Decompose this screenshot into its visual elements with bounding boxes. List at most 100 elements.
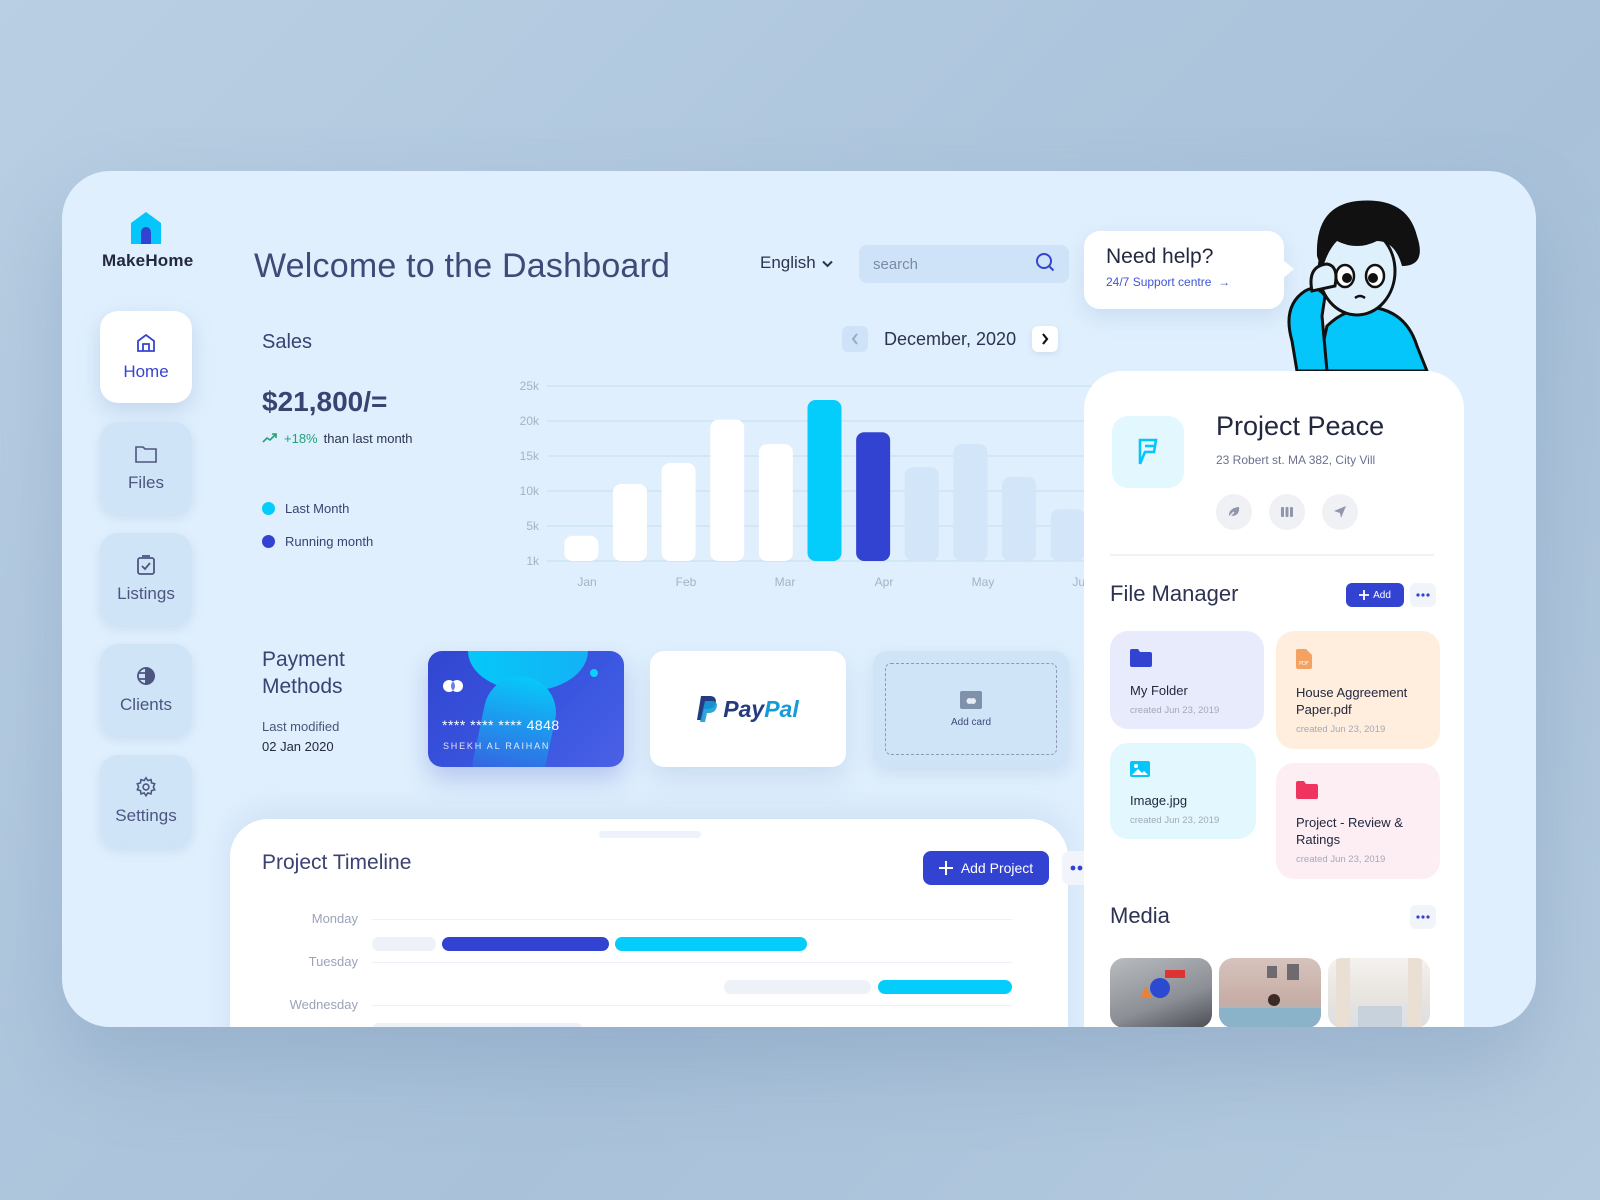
last-modified-label: Last modified bbox=[262, 719, 340, 734]
svg-text:PDF: PDF bbox=[1299, 661, 1309, 667]
legend-item-last-month: Last Month bbox=[262, 501, 373, 516]
support-link[interactable]: 24/7 Support centre → bbox=[1106, 275, 1262, 289]
living-room-photo bbox=[1219, 964, 1321, 1027]
card-last4: 4848 bbox=[526, 717, 560, 733]
timeline-task-bar[interactable] bbox=[724, 980, 872, 994]
bar-last[interactable] bbox=[807, 400, 842, 561]
folder-icon bbox=[1130, 649, 1152, 667]
add-project-button[interactable]: Add Project bbox=[923, 851, 1049, 885]
send-button[interactable] bbox=[1322, 494, 1358, 530]
timeline-row-line bbox=[372, 962, 1012, 963]
card-number: **** **** **** 4848 bbox=[442, 717, 560, 733]
file-date: created Jun 23, 2019 bbox=[1296, 724, 1386, 735]
bar-future[interactable] bbox=[953, 444, 988, 561]
search-icon[interactable] bbox=[1035, 252, 1055, 277]
file-name: House Aggreement Paper.pdf bbox=[1296, 685, 1408, 717]
bar-past[interactable] bbox=[612, 484, 647, 561]
bar-past[interactable] bbox=[564, 535, 599, 561]
support-character-illustration bbox=[1287, 200, 1429, 371]
paypal-method[interactable]: PayPal bbox=[650, 651, 846, 767]
bar-future[interactable] bbox=[904, 467, 939, 561]
timeline-task-bar[interactable] bbox=[372, 937, 436, 951]
folder-icon bbox=[1296, 781, 1318, 799]
sidebar-item-settings[interactable]: Settings bbox=[100, 755, 192, 847]
bar-past[interactable] bbox=[661, 463, 696, 561]
file-card-house-agreement[interactable]: PDF House Aggreement Paper.pdf created J… bbox=[1276, 631, 1440, 749]
bar-future[interactable] bbox=[1050, 509, 1085, 561]
add-file-button[interactable]: Add bbox=[1346, 583, 1404, 607]
media-thumb-living-room-photo[interactable] bbox=[1219, 958, 1321, 1027]
chart-legend: Last Month Running month bbox=[262, 501, 373, 567]
foursquare-icon bbox=[1138, 438, 1158, 465]
file-name: My Folder bbox=[1130, 683, 1188, 698]
project-logo bbox=[1112, 416, 1184, 488]
sidebar-item-clients[interactable]: Clients bbox=[100, 644, 192, 736]
paypal-wordmark: PayPal bbox=[723, 696, 798, 723]
drag-handle[interactable] bbox=[599, 831, 701, 838]
delta-percent: +18% bbox=[284, 431, 318, 446]
next-month-button[interactable] bbox=[1032, 326, 1059, 352]
sidebar-item-label: Files bbox=[128, 473, 164, 492]
x-tick-label: May bbox=[972, 575, 995, 589]
arrow-right-icon: → bbox=[1214, 275, 1231, 289]
clipboard-check-icon bbox=[135, 554, 157, 576]
media-thumb-bedroom-photo[interactable] bbox=[1328, 958, 1430, 1027]
leaf-button[interactable] bbox=[1216, 494, 1252, 530]
sales-amount: $21,800/= bbox=[262, 386, 388, 417]
bar-past[interactable] bbox=[758, 444, 793, 561]
gear-icon bbox=[135, 776, 157, 798]
sales-delta: +18% than last month bbox=[262, 431, 413, 446]
paypal-pal-text: Pal bbox=[764, 695, 799, 722]
x-tick-label: Mar bbox=[775, 575, 796, 589]
media-thumb-toys-photo[interactable] bbox=[1110, 958, 1212, 1027]
app-name: MakeHome bbox=[102, 251, 194, 270]
file-manager-more-button[interactable] bbox=[1410, 583, 1436, 607]
plus-icon bbox=[1359, 590, 1370, 600]
card-decoration bbox=[590, 669, 598, 677]
legend-item-running-month: Running month bbox=[262, 534, 373, 549]
file-name: Project - Review & Ratings bbox=[1296, 815, 1403, 847]
more-horizontal-icon bbox=[1416, 915, 1430, 919]
credit-card[interactable]: **** **** **** 4848 SHEKH AL RAIHAN bbox=[428, 651, 624, 767]
timeline-task-bar[interactable] bbox=[877, 980, 1012, 994]
chevron-left-icon bbox=[851, 333, 858, 345]
sidebar-item-home[interactable]: Home bbox=[100, 311, 192, 403]
search-box bbox=[859, 245, 1069, 283]
bar-future[interactable] bbox=[1002, 477, 1037, 561]
prev-month-button[interactable] bbox=[842, 326, 868, 352]
bar-past[interactable] bbox=[710, 419, 745, 561]
send-icon bbox=[1334, 506, 1346, 518]
app-logo[interactable]: MakeHome bbox=[102, 211, 194, 271]
home-icon bbox=[135, 332, 157, 354]
file-card-project-review[interactable]: Project - Review & Ratings created Jun 2… bbox=[1276, 763, 1440, 879]
current-month: December, 2020 bbox=[884, 328, 1017, 349]
folder-icon bbox=[135, 443, 157, 465]
columns-button[interactable] bbox=[1269, 494, 1305, 530]
file-card-image[interactable]: Image.jpg created Jun 23, 2019 bbox=[1110, 743, 1256, 839]
media-title: Media bbox=[1110, 903, 1170, 928]
file-card-my-folder[interactable]: My Folder created Jun 23, 2019 bbox=[1110, 631, 1264, 729]
timeline-task-bar[interactable] bbox=[372, 1023, 584, 1027]
search-input[interactable] bbox=[873, 255, 1013, 273]
project-address: 23 Robert st. MA 382, City Vill bbox=[1216, 453, 1376, 467]
y-tick-label: 15k bbox=[520, 449, 540, 463]
pdf-file-icon: PDF bbox=[1296, 649, 1312, 669]
timeline-task-bar[interactable] bbox=[442, 937, 609, 951]
timeline-task-bar[interactable] bbox=[615, 937, 808, 951]
add-card-label: Add card bbox=[950, 716, 992, 728]
project-actions bbox=[1216, 494, 1358, 530]
timeline-row-line bbox=[372, 1005, 1012, 1006]
sidebar-item-files[interactable]: Files bbox=[100, 422, 192, 514]
bar-running[interactable] bbox=[856, 432, 891, 561]
language-select[interactable]: English bbox=[760, 253, 833, 273]
legend-label: Running month bbox=[285, 534, 374, 549]
bedroom-photo bbox=[1336, 958, 1422, 1027]
sidebar-item-listings[interactable]: Listings bbox=[100, 533, 192, 625]
card-icon bbox=[960, 690, 982, 709]
add-file-label: Add bbox=[1373, 589, 1391, 601]
media-more-button[interactable] bbox=[1410, 905, 1436, 929]
sidebar-item-label: Settings bbox=[115, 806, 177, 825]
language-value: English bbox=[760, 253, 816, 272]
file-name: Image.jpg bbox=[1130, 793, 1188, 808]
add-card-button[interactable]: Add card bbox=[873, 651, 1069, 767]
